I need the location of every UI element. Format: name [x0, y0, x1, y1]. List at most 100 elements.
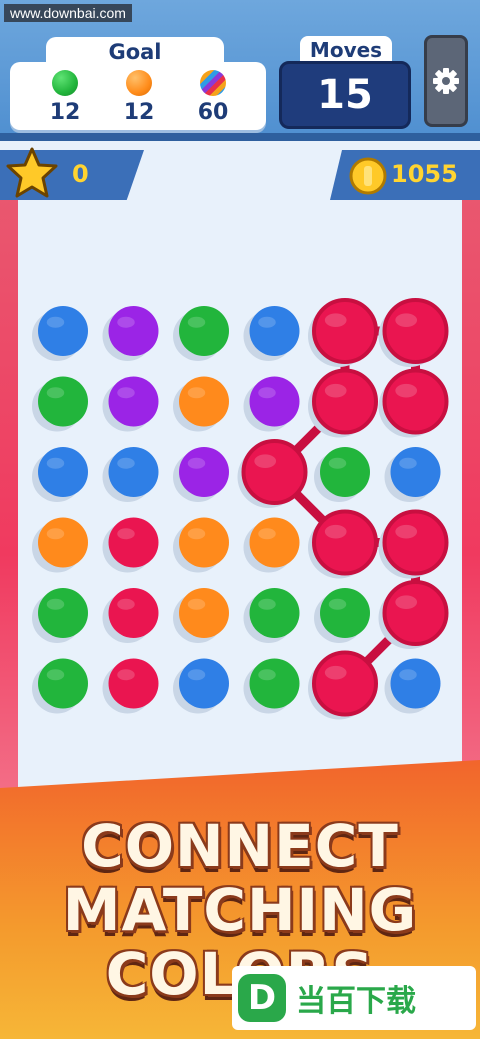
coin-icon [349, 157, 387, 195]
board-dot[interactable] [312, 650, 378, 717]
dot-highlight [117, 316, 135, 328]
logo-text: 当百下载 [296, 984, 416, 1019]
dot-highlight [258, 316, 276, 328]
dot-highlight [399, 669, 417, 681]
dot-highlight [46, 316, 65, 328]
goal-count-rainbow: 60 [197, 100, 229, 125]
board-dot[interactable] [390, 447, 441, 497]
star-icon [6, 147, 58, 198]
board-dot[interactable] [320, 588, 370, 638]
board-dot[interactable] [312, 368, 378, 435]
board-dot[interactable] [179, 447, 229, 497]
board-dot[interactable] [249, 658, 300, 709]
board-dot[interactable] [38, 588, 88, 638]
goal-item-orange: 12 [114, 70, 164, 125]
board-canvas [32, 298, 449, 720]
board-dot[interactable] [249, 588, 300, 638]
board-dot[interactable] [249, 376, 300, 427]
dot-highlight [395, 313, 418, 327]
board-dot[interactable] [38, 306, 88, 356]
board-dot[interactable] [179, 517, 229, 568]
board-dot[interactable] [179, 306, 229, 356]
dot-highlight [258, 598, 276, 610]
board-dot[interactable] [382, 368, 449, 435]
board-dot[interactable] [179, 376, 229, 427]
star-count: 0 [72, 160, 89, 188]
board-dot[interactable] [108, 588, 159, 638]
settings-button[interactable] [424, 35, 468, 127]
dot-highlight [324, 524, 347, 539]
dot-highlight [117, 528, 135, 540]
goal-count-green: 12 [49, 100, 81, 125]
board-dot[interactable] [179, 658, 229, 709]
board-dot[interactable] [312, 298, 378, 364]
board-dot[interactable] [249, 306, 300, 356]
board-dot[interactable] [108, 517, 159, 568]
dot-highlight [254, 454, 277, 468]
dot-highlight [324, 383, 347, 398]
dot-highlight [395, 383, 418, 398]
dot-highlight [46, 457, 65, 469]
dot-highlight [328, 598, 347, 610]
moves-label: Moves [300, 36, 392, 64]
dot-highlight [117, 669, 135, 681]
board-dot[interactable] [108, 658, 159, 709]
dot-highlight [187, 528, 206, 540]
dot-highlight [324, 665, 347, 680]
logo-badge: D [238, 974, 286, 1022]
dot-highlight [187, 598, 206, 610]
rainbow-ball-icon [200, 70, 226, 96]
dot-highlight [46, 387, 65, 399]
dot-highlight [395, 524, 418, 539]
dot-highlight [258, 387, 276, 399]
board-dot[interactable] [38, 376, 88, 427]
board-dot[interactable] [108, 447, 159, 497]
board-dot[interactable] [382, 509, 449, 576]
moves-counter: 15 [279, 61, 411, 129]
dot-highlight [258, 528, 276, 540]
board-dot[interactable] [320, 447, 370, 497]
dot-highlight [46, 669, 65, 681]
dot-highlight [46, 598, 65, 610]
dot-highlight [117, 457, 135, 469]
board-dot[interactable] [312, 509, 378, 576]
dot-highlight [187, 457, 206, 469]
dot-highlight [395, 595, 418, 609]
dot-highlight [187, 387, 206, 399]
board-dot[interactable] [382, 298, 449, 364]
dot-highlight [399, 457, 417, 469]
banner-line-2: MATCHING [62, 876, 418, 944]
coin-count: 1055 [391, 160, 458, 188]
board-dot[interactable] [38, 447, 88, 497]
board-dot[interactable] [249, 517, 300, 568]
goal-item-green: 12 [40, 70, 90, 125]
board-dot[interactable] [179, 588, 229, 638]
goal-count-orange: 12 [123, 100, 155, 125]
orange-ball-icon [126, 70, 152, 96]
green-ball-icon [52, 70, 78, 96]
dot-highlight [324, 313, 347, 327]
dot-highlight [117, 598, 135, 610]
dot-highlight [258, 669, 276, 681]
dot-highlight [46, 528, 65, 540]
header-edge [0, 133, 480, 141]
board-dot[interactable] [38, 658, 88, 709]
banner-line-1: CONNECT [81, 812, 399, 880]
dot-highlight [187, 669, 206, 681]
gear-icon [433, 68, 459, 94]
dot-highlight [187, 316, 206, 328]
logo-letter: D [247, 978, 277, 1018]
goal-title: Goal [46, 37, 224, 67]
board-dot[interactable] [108, 376, 159, 427]
board-dot[interactable] [108, 306, 159, 356]
site-logo: D 当百下载 [232, 966, 476, 1030]
dot-highlight [328, 457, 347, 469]
dot-highlight [117, 387, 135, 399]
board-dot[interactable] [241, 439, 308, 505]
site-watermark: www.downbai.com [4, 4, 132, 22]
board-dot[interactable] [382, 580, 449, 646]
board-dot[interactable] [390, 658, 441, 709]
board-dot[interactable] [38, 517, 88, 568]
game-board[interactable] [0, 200, 480, 800]
goal-item-rainbow: 60 [188, 70, 238, 125]
